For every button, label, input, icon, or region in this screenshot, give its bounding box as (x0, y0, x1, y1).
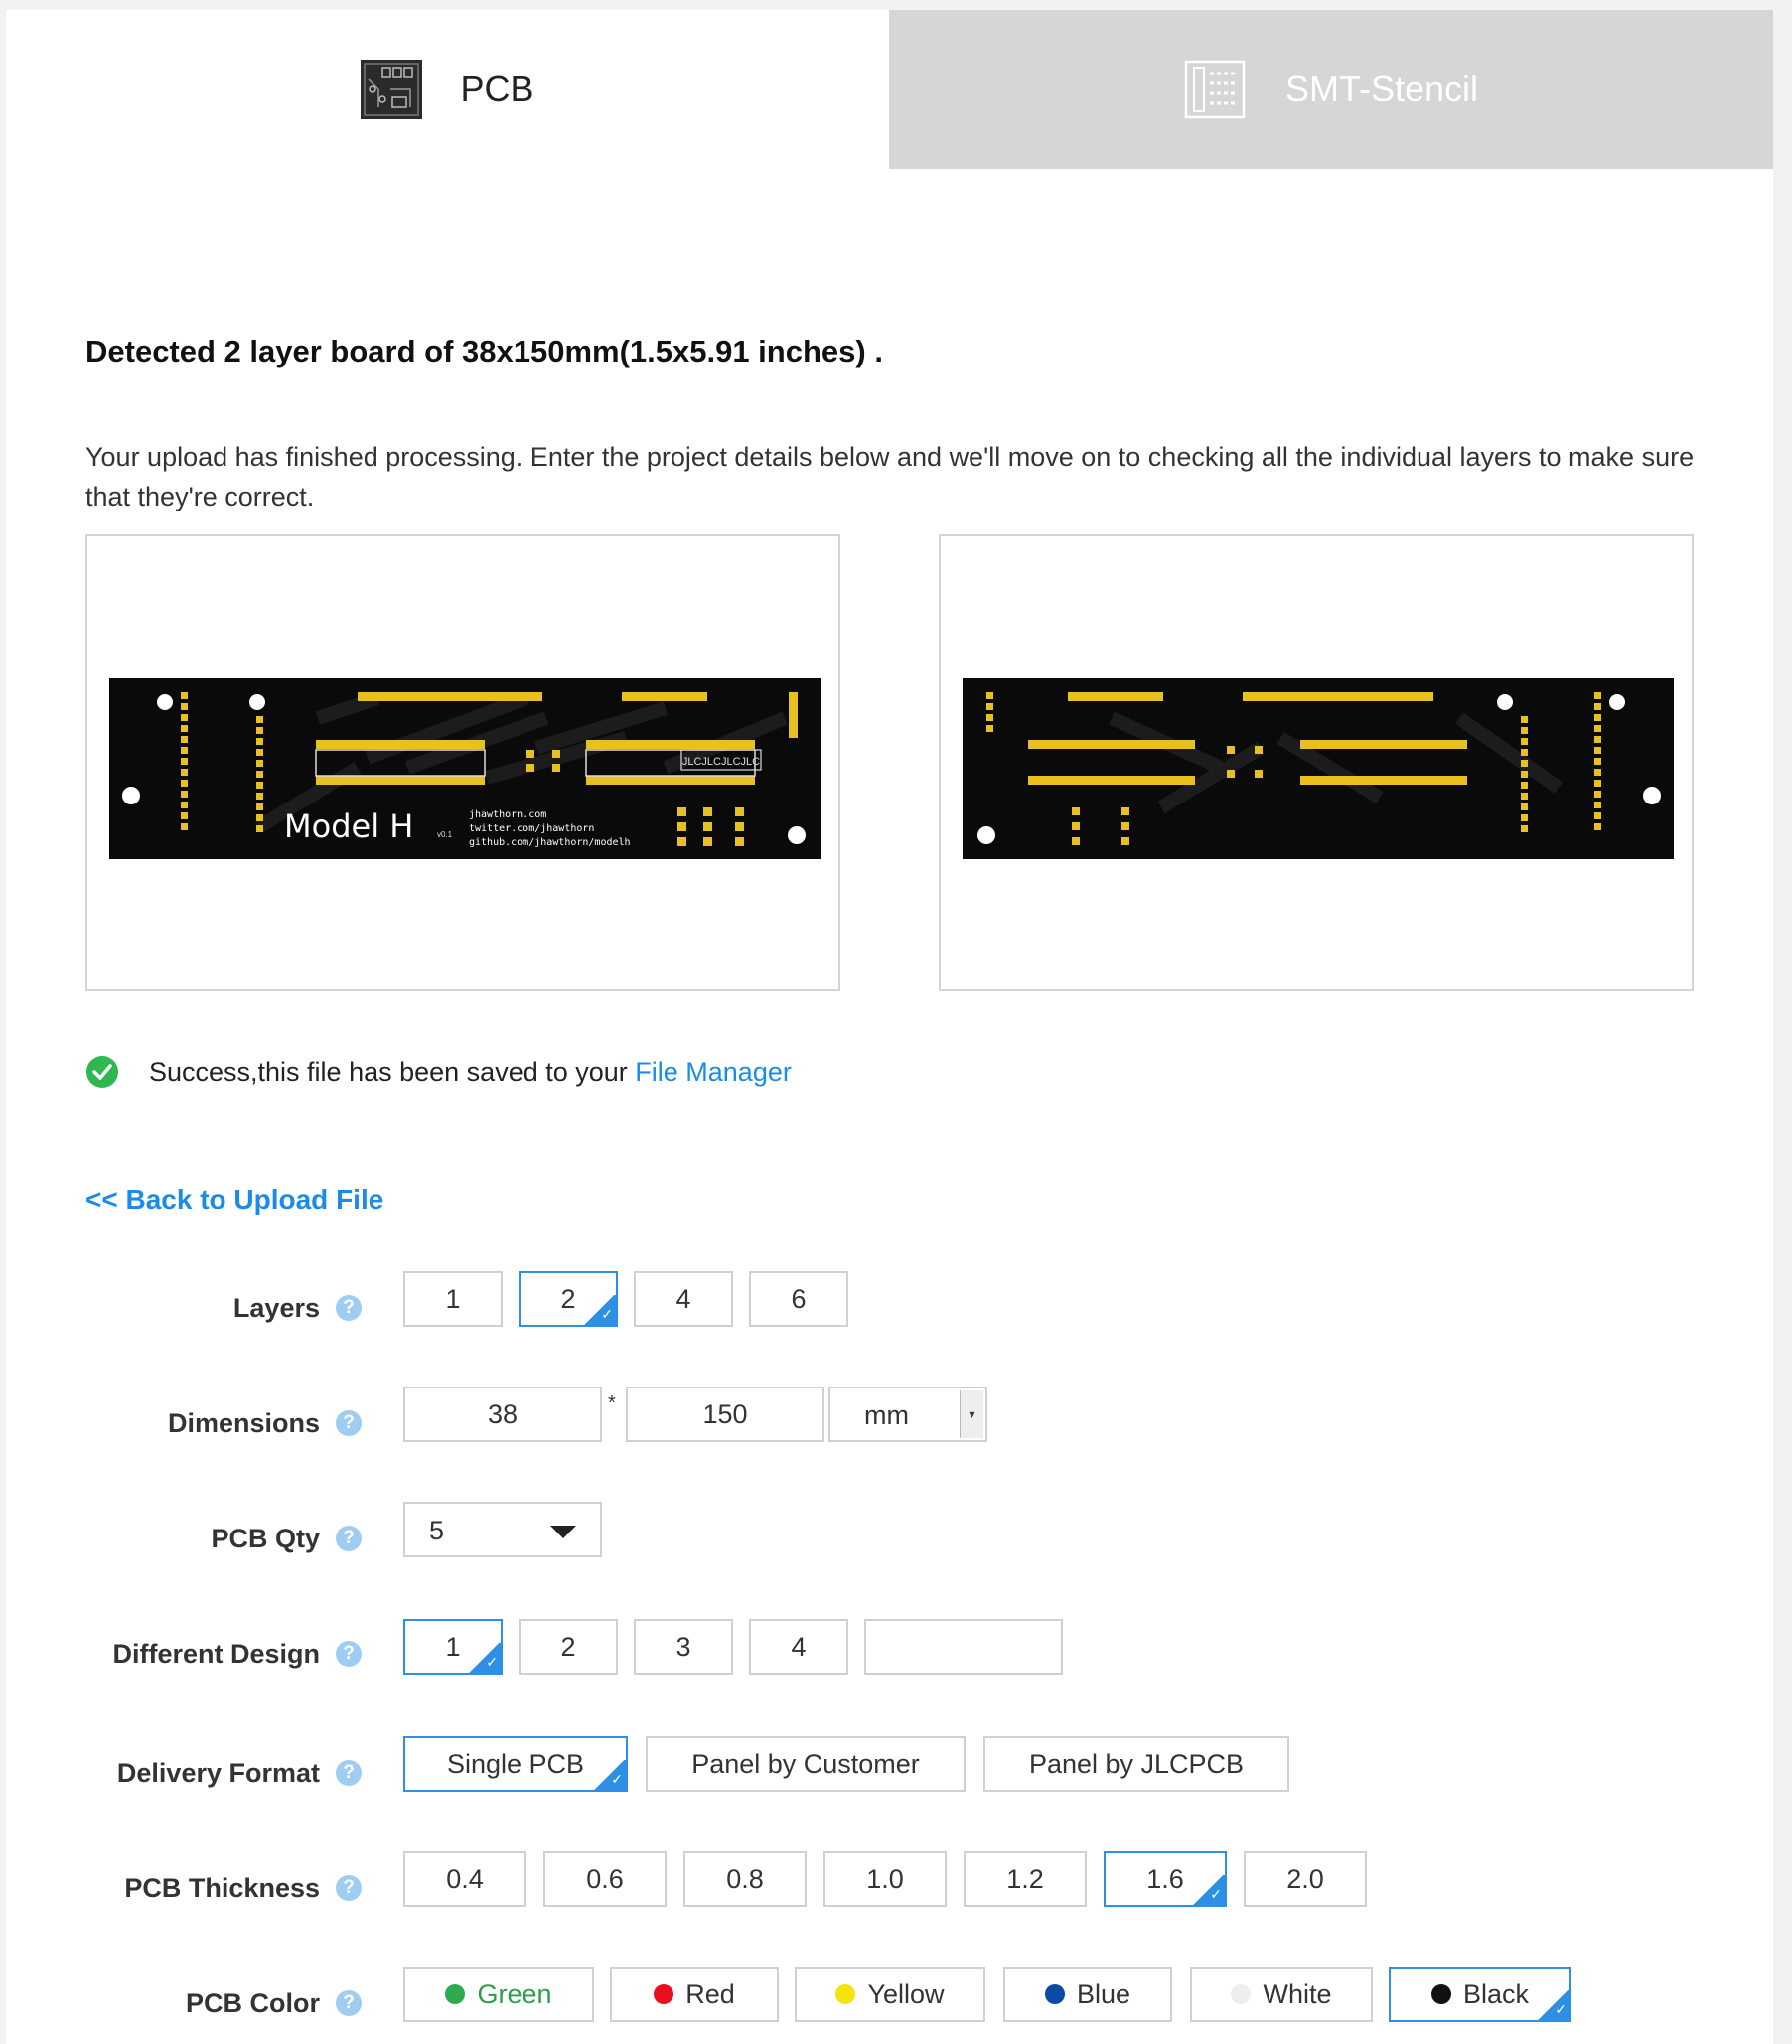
tab-pcb[interactable]: PCB (6, 10, 889, 169)
delivery-help-icon[interactable]: ? (336, 1760, 362, 1786)
silk-line-3: github.com/jhawthorn/modelh (469, 837, 631, 848)
back-to-upload-link[interactable]: << Back to Upload File (85, 1184, 383, 1216)
color-option-yellow[interactable]: Yellow (795, 1967, 985, 2022)
version-text: v0.1 (437, 830, 453, 839)
success-check-icon (86, 1056, 118, 1088)
red-swatch-icon (654, 1984, 674, 2004)
thickness-option-1-0[interactable]: 1.0 (823, 1851, 947, 1907)
delivery-panel-by-customer[interactable]: Panel by Customer (646, 1736, 966, 1792)
black-swatch-icon (1430, 1984, 1451, 2004)
tab-pcb-label: PCB (460, 69, 534, 109)
color-option-red[interactable]: Red (610, 1967, 779, 2022)
success-text: Success,this file has been saved to your (149, 1056, 636, 1087)
color-red-label: Red (685, 1978, 735, 2009)
thickness-option-0-4[interactable]: 0.4 (403, 1851, 526, 1907)
delivery-single-pcb[interactable]: Single PCB (403, 1736, 628, 1792)
jlc-marker-text: JLCJLCJLCJLC (682, 756, 760, 768)
unit-select[interactable]: mm ▾ (828, 1387, 987, 1442)
qty-value: 5 (429, 1516, 445, 1545)
dimensions-label: Dimensions (167, 1408, 320, 1438)
silk-line-1: jhawthorn.com (469, 809, 546, 820)
thickness-option-1-2[interactable]: 1.2 (964, 1851, 1087, 1907)
yellow-swatch-icon (835, 1984, 856, 2004)
color-blue-label: Blue (1076, 1978, 1131, 2009)
layers-label: Layers (232, 1293, 320, 1323)
color-label: PCB Color (186, 1988, 320, 2018)
color-black-label: Black (1462, 1978, 1530, 2009)
pcb-bottom-image (963, 678, 1674, 859)
delivery-panel-by-jlcpcb[interactable]: Panel by JLCPCB (983, 1736, 1289, 1792)
tab-smt-stencil[interactable]: SMT-Stencil (889, 10, 1773, 169)
tab-smt-label: SMT-Stencil (1284, 69, 1479, 109)
height-input[interactable]: 150 (626, 1387, 824, 1442)
layers-help-icon[interactable]: ? (336, 1295, 362, 1321)
color-white-label: White (1263, 1978, 1332, 2009)
blue-swatch-icon (1044, 1984, 1065, 2004)
delivery-label: Delivery Format (116, 1758, 320, 1788)
design-option-2[interactable]: 2 (519, 1619, 618, 1675)
design-help-icon[interactable]: ? (336, 1641, 362, 1667)
pcb-top-image: JLCJLCJLCJLC Model H v0.1 jhawthorn.com … (109, 678, 821, 859)
file-manager-link[interactable]: File Manager (635, 1057, 792, 1088)
model-h-text: Model H (284, 807, 413, 845)
pcb-top-preview: JLCJLCJLCJLC Model H v0.1 jhawthorn.com … (85, 534, 840, 991)
upload-description: Your upload has finished processing. Ent… (85, 442, 1695, 511)
thickness-help-icon[interactable]: ? (336, 1875, 362, 1901)
design-custom-input[interactable] (864, 1619, 1063, 1675)
color-yellow-label: Yellow (867, 1978, 945, 2009)
thickness-label: PCB Thickness (124, 1873, 320, 1903)
layers-option-6[interactable]: 6 (749, 1271, 848, 1327)
width-input[interactable]: 38 (403, 1387, 602, 1442)
qty-caret-icon (550, 1526, 576, 1538)
unit-dropdown-arrow-icon[interactable]: ▾ (960, 1390, 983, 1438)
unit-value: mm (864, 1400, 909, 1430)
color-option-green[interactable]: Green (403, 1967, 594, 2022)
success-message: Success,this file has been saved to your… (85, 1055, 792, 1089)
qty-help-icon[interactable]: ? (336, 1526, 362, 1551)
dimension-separator: * (608, 1392, 616, 1414)
silk-line-2: twitter.com/jhawthorn (469, 823, 594, 834)
design-option-4[interactable]: 4 (749, 1619, 848, 1675)
color-option-white[interactable]: White (1190, 1967, 1373, 2022)
layers-option-2[interactable]: 2 (519, 1271, 618, 1327)
thickness-option-1-6[interactable]: 1.6 (1104, 1851, 1227, 1907)
pcb-bottom-preview (939, 534, 1694, 991)
color-option-blue[interactable]: Blue (1003, 1967, 1172, 2022)
design-label: Different Design (112, 1639, 320, 1669)
qty-select[interactable]: 5 (403, 1502, 602, 1557)
color-green-label: Green (477, 1978, 552, 2009)
layers-option-1[interactable]: 1 (403, 1271, 503, 1327)
detected-board-heading: Detected 2 layer board of 38x150mm(1.5x5… (85, 334, 883, 368)
smt-stencil-icon (1184, 60, 1246, 119)
thickness-option-0-6[interactable]: 0.6 (543, 1851, 667, 1907)
color-help-icon[interactable]: ? (336, 1990, 362, 2016)
layers-option-4[interactable]: 4 (634, 1271, 733, 1327)
thickness-option-2-0[interactable]: 2.0 (1244, 1851, 1367, 1907)
thickness-option-0-8[interactable]: 0.8 (683, 1851, 807, 1907)
green-swatch-icon (445, 1984, 466, 2004)
design-option-3[interactable]: 3 (634, 1619, 733, 1675)
page-card: PCB SMT-Stencil Detected 2 layer board o… (6, 10, 1773, 2044)
dimensions-help-icon[interactable]: ? (336, 1410, 362, 1436)
color-option-black[interactable]: Black (1389, 1967, 1571, 2022)
pcb-board-icon (361, 60, 423, 119)
qty-label: PCB Qty (211, 1524, 320, 1553)
design-option-1[interactable]: 1 (403, 1619, 503, 1675)
white-swatch-icon (1231, 1984, 1252, 2004)
